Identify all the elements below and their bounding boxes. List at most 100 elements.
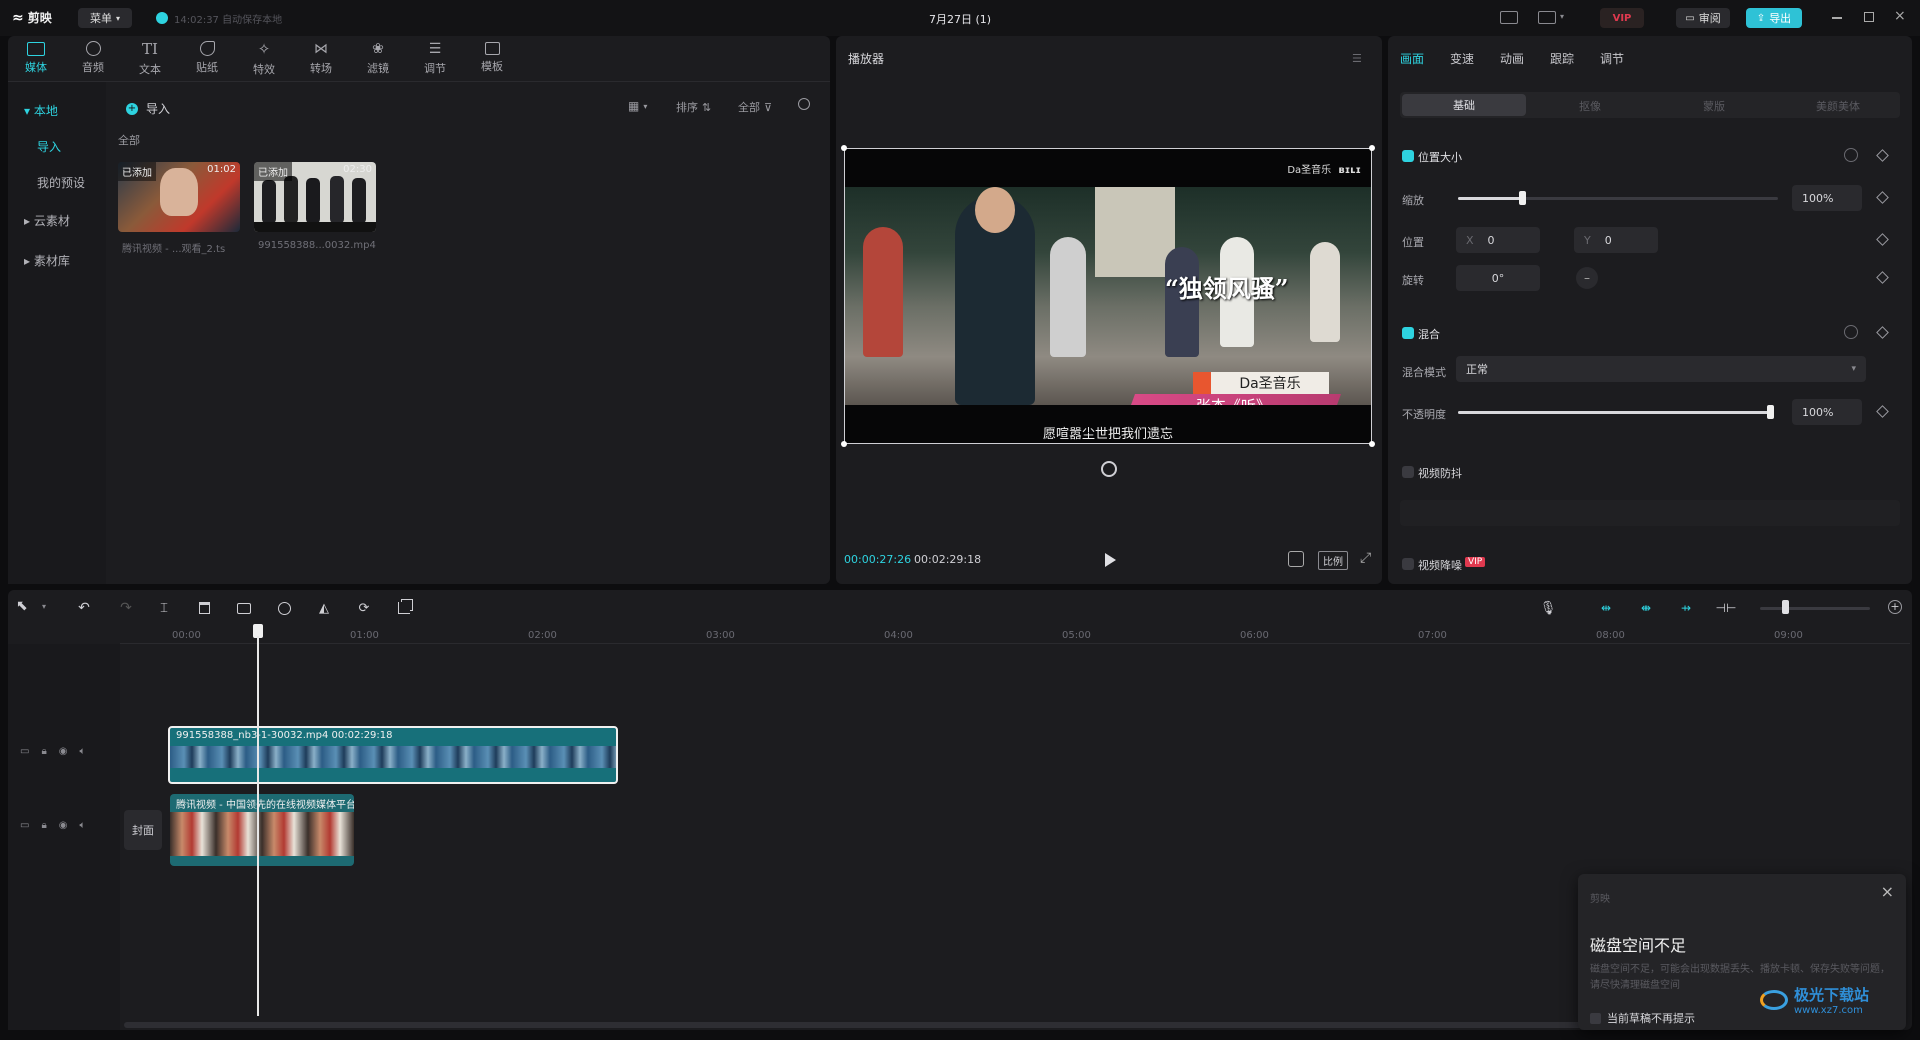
tool-effects[interactable]: ✧ 特效: [240, 38, 288, 78]
fullscreen-icon[interactable]: ⤢: [1360, 550, 1371, 566]
tab-animation[interactable]: 动画: [1500, 50, 1524, 67]
zoom-slider-thumb[interactable]: [1782, 600, 1789, 614]
export-button[interactable]: ⇪ 导出: [1746, 8, 1802, 28]
resize-handle[interactable]: [841, 441, 847, 447]
split-icon[interactable]: ⌶: [154, 598, 174, 618]
reset-icon[interactable]: [1844, 325, 1858, 339]
media-clip-thumbnail[interactable]: 已添加 02:30: [254, 162, 376, 232]
cover-toggle-icon[interactable]: ▭: [20, 746, 29, 757]
main-video-clip[interactable]: 991558388_nb3-1-30032.mp4 00:02:29:18: [168, 726, 618, 784]
main-track-magnet-icon[interactable]: ⇹: [1596, 598, 1616, 618]
media-clip-thumbnail[interactable]: 已添加 01:02: [118, 162, 240, 232]
layout-chevron-icon[interactable]: ▾: [1560, 12, 1564, 21]
speaker-icon[interactable]: 🔈︎: [80, 820, 86, 831]
auto-snap-icon[interactable]: ⇼: [1636, 598, 1656, 618]
tool-text[interactable]: TI 文本: [126, 38, 174, 78]
toast-close-icon[interactable]: ×: [1881, 882, 1894, 901]
lock-icon[interactable]: 🔒︎: [41, 820, 46, 831]
rotate-icon[interactable]: ⟳: [354, 598, 374, 618]
fit-screen-icon[interactable]: [1288, 551, 1304, 567]
zoom-slider-track[interactable]: [1760, 607, 1870, 610]
close-icon[interactable]: ×: [1894, 8, 1906, 24]
tab-adjust[interactable]: 调节: [1600, 50, 1624, 67]
search-icon[interactable]: [798, 98, 810, 110]
timeline-ruler[interactable]: [120, 622, 1910, 644]
tab-tracking[interactable]: 跟踪: [1550, 50, 1574, 67]
sidebar-item-local[interactable]: ▾ 本地: [24, 102, 58, 119]
position-y-field[interactable]: Y 0: [1574, 227, 1658, 253]
tool-transition[interactable]: ⋈ 转场: [297, 38, 345, 78]
eye-icon[interactable]: ◉: [59, 820, 68, 831]
sidebar-item-cloud[interactable]: ▸ 云素材: [24, 212, 70, 229]
tool-sticker[interactable]: 贴纸: [183, 38, 231, 78]
lock-icon[interactable]: 🔒︎: [41, 746, 46, 757]
reverse-icon[interactable]: [274, 598, 294, 618]
select-tool-icon[interactable]: ⬉: [16, 598, 28, 614]
maximize-icon[interactable]: [1864, 12, 1874, 22]
tool-template[interactable]: 模板: [468, 38, 516, 78]
blend-checkbox[interactable]: [1402, 327, 1414, 339]
eye-icon[interactable]: ◉: [59, 746, 68, 757]
scale-value-field[interactable]: 100%: [1792, 185, 1862, 211]
preview-axis-icon[interactable]: ⊣⊢: [1716, 598, 1737, 618]
play-icon[interactable]: [1105, 553, 1116, 567]
denoise-checkbox[interactable]: [1402, 558, 1414, 570]
rotate-dial-icon[interactable]: –: [1576, 267, 1598, 289]
tool-adjust[interactable]: ☰ 调节: [411, 38, 459, 78]
toast-dont-show-checkbox[interactable]: 当前草稿不再提示: [1590, 1010, 1695, 1026]
import-button[interactable]: + 导入: [126, 100, 170, 117]
vip-badge[interactable]: VIP: [1600, 8, 1644, 28]
playhead-line[interactable]: [257, 636, 259, 1016]
menu-button[interactable]: 菜单 ▾: [78, 8, 132, 28]
subtab-cutout[interactable]: 抠像: [1528, 98, 1652, 114]
stabilize-checkbox[interactable]: [1402, 466, 1414, 478]
scale-slider-thumb[interactable]: [1519, 191, 1526, 205]
player-menu-icon[interactable]: ☰: [1352, 52, 1362, 65]
microphone-icon[interactable]: 🎙: [1538, 598, 1558, 618]
position-x-field[interactable]: X 0: [1456, 227, 1540, 253]
sidebar-item-import[interactable]: 导入: [37, 138, 61, 155]
tool-media[interactable]: 媒体: [12, 38, 60, 78]
position-size-checkbox[interactable]: [1402, 150, 1414, 162]
resize-handle[interactable]: [1369, 441, 1375, 447]
reset-icon[interactable]: [1844, 148, 1858, 162]
minimize-icon[interactable]: [1832, 17, 1842, 19]
view-toggle[interactable]: ▦ ▾: [628, 99, 647, 113]
blend-mode-select[interactable]: 正常 ▾: [1456, 356, 1866, 382]
video-frame[interactable]: Da圣音乐 ʙɪʟɪ “独领风骚” Da圣音乐 张杰《听》 愿喧嚣尘世把我们遗忘: [841, 145, 1375, 447]
opacity-value-field[interactable]: 100%: [1792, 399, 1862, 425]
resize-handle[interactable]: [1369, 145, 1375, 151]
layout-icon[interactable]: [1538, 11, 1556, 24]
tab-speed[interactable]: 变速: [1450, 50, 1474, 67]
second-video-clip[interactable]: 腾讯视频 - 中国领先的在线视频媒体平台: [170, 794, 354, 866]
redo-icon[interactable]: ↷: [116, 598, 136, 618]
sidebar-item-presets[interactable]: 我的预设: [37, 174, 85, 191]
subtab-basic[interactable]: 基础: [1402, 94, 1526, 116]
sidebar-item-library[interactable]: ▸ 素材库: [24, 252, 70, 269]
rotate-handle-icon[interactable]: [1101, 461, 1117, 477]
tool-filter[interactable]: ❀ 滤镜: [354, 38, 402, 78]
delete-icon[interactable]: [194, 598, 214, 618]
filter-button[interactable]: 全部 ⊽: [738, 99, 772, 115]
review-button[interactable]: ▭ 审阅: [1676, 8, 1730, 28]
resize-handle[interactable]: [841, 145, 847, 151]
freeze-icon[interactable]: [234, 598, 254, 618]
ratio-button[interactable]: 比例: [1318, 551, 1348, 570]
stabilize-level-select[interactable]: [1400, 500, 1900, 526]
mirror-icon[interactable]: ◭: [314, 598, 334, 618]
timeline-scrollbar[interactable]: [124, 1022, 1584, 1028]
tool-audio[interactable]: 音频: [69, 38, 117, 78]
chevron-down-icon[interactable]: ▾: [42, 602, 46, 611]
cover-toggle-icon[interactable]: ▭: [20, 820, 29, 831]
rotate-field[interactable]: 0°: [1456, 265, 1540, 291]
sort-button[interactable]: 排序 ⇅: [676, 99, 711, 115]
opacity-slider-thumb[interactable]: [1767, 405, 1774, 419]
undo-icon[interactable]: ↶: [74, 598, 94, 618]
subtab-beauty[interactable]: 美颜美体: [1776, 98, 1900, 114]
subtab-mask[interactable]: 蒙版: [1652, 98, 1776, 114]
zoom-fit-icon[interactable]: +: [1888, 600, 1902, 614]
shortcut-icon[interactable]: [1500, 11, 1518, 24]
tab-picture[interactable]: 画面: [1400, 50, 1424, 67]
linkage-icon[interactable]: ⇸: [1676, 598, 1696, 618]
speaker-icon[interactable]: 🔈︎: [80, 746, 86, 757]
